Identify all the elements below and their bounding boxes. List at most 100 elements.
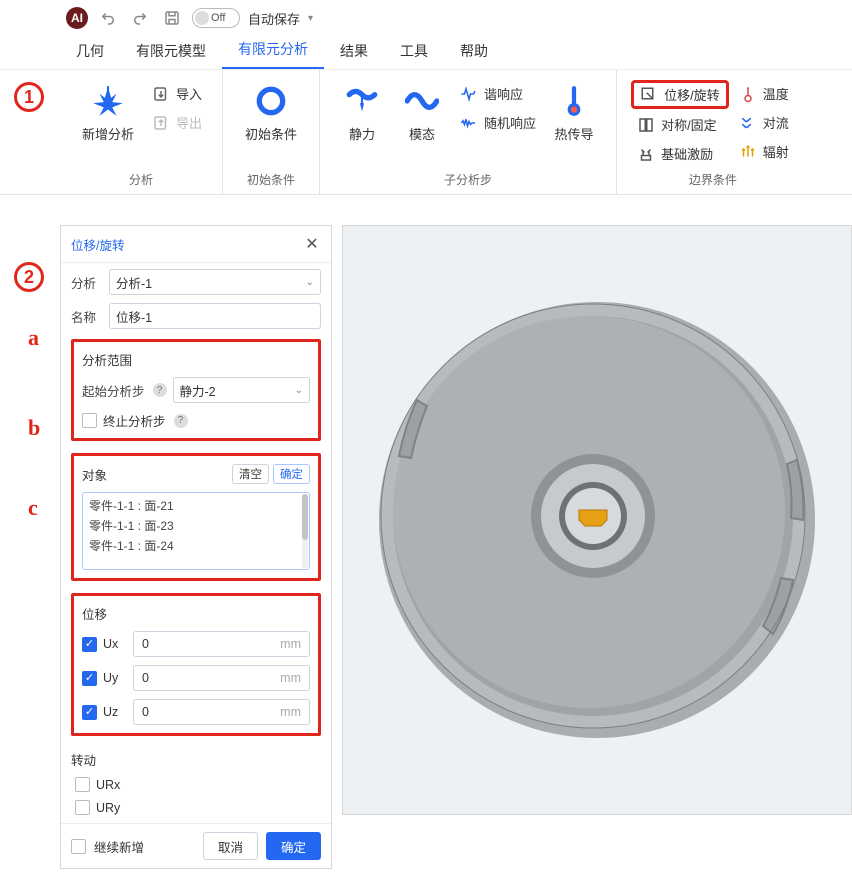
analysis-select[interactable]: 分析-1 ⌄ [109,269,321,295]
title-bar: AI Off 自动保存 ▾ [0,0,852,36]
displacement-icon [640,86,658,104]
thermal-button[interactable]: 热传导 [546,80,602,147]
static-button[interactable]: 静力 [334,80,390,147]
radiation-icon [739,143,757,161]
save-button[interactable] [160,6,184,30]
uz-checkbox[interactable] [82,705,97,720]
uy-unit: mm [280,671,301,685]
urx-label: URx [96,778,120,792]
uy-checkbox[interactable] [82,671,97,686]
menu-fe-model[interactable]: 有限元模型 [120,35,222,69]
new-analysis-button[interactable]: 新增分析 [74,80,142,147]
convection-button[interactable]: 对流 [733,109,795,136]
menu-help[interactable]: 帮助 [444,35,504,69]
panel-cancel-button[interactable]: 取消 [203,832,258,860]
radiation-button[interactable]: 辐射 [733,138,795,165]
harmonic-button[interactable]: 谐响应 [454,80,542,107]
menu-fe-analysis[interactable]: 有限元分析 [222,33,324,69]
scope-title: 分析范围 [82,350,310,369]
annotation-b: b [28,415,40,441]
import-label: 导入 [176,84,202,103]
uz-input[interactable]: 0 mm [133,699,310,725]
modal-label: 模态 [409,124,435,143]
base-excitation-label: 基础激励 [661,144,713,163]
chevron-down-icon: ⌄ [295,385,303,396]
start-step-label: 起始分析步 [82,381,145,400]
ury-label: URy [96,801,120,815]
start-step-select[interactable]: 静力-2 ⌄ [173,377,310,403]
viewport-3d[interactable] [342,225,852,815]
convection-icon [739,114,757,132]
redo-button[interactable] [128,6,152,30]
panel-title: 位移/旋转 [71,235,124,254]
ux-checkbox[interactable] [82,637,97,652]
panel-ok-button[interactable]: 确定 [266,832,321,860]
ux-label: Ux [103,637,127,651]
end-step-label: 终止分析步 [103,411,166,430]
toggle-label: Off [211,12,225,24]
new-analysis-label: 新增分析 [82,124,134,143]
modal-icon [405,84,439,118]
menu-tools[interactable]: 工具 [384,35,444,69]
symmetry-icon [637,116,655,134]
name-input[interactable]: 位移-1 [109,303,321,329]
ribbon-group-boundary: 位移/旋转 对称/固定 基础激励 [617,70,809,194]
start-step-help-icon[interactable]: ? [153,383,167,397]
continue-add-label: 继续新增 [94,837,144,856]
convection-label: 对流 [763,113,789,132]
thermal-icon [557,84,591,118]
random-button[interactable]: 随机响应 [454,109,542,136]
name-label: 名称 [71,307,103,326]
ribbon-group-initial: 初始条件 初始条件 [223,70,320,194]
base-excitation-button[interactable]: 基础激励 [631,140,729,167]
uz-label: Uz [103,705,127,719]
uy-label: Uy [103,671,127,685]
uy-value: 0 [142,671,149,685]
autosave-toggle[interactable]: Off [192,8,240,28]
temperature-button[interactable]: 温度 [733,80,795,107]
end-step-checkbox[interactable] [82,413,97,428]
panel-close-button[interactable]: ✕ [303,234,321,254]
undo-button[interactable] [96,6,120,30]
annotation-c: c [28,495,38,521]
initial-conditions-button[interactable]: 初始条件 [237,80,305,147]
symmetry-fix-button[interactable]: 对称/固定 [631,111,729,138]
menu-results[interactable]: 结果 [324,35,384,69]
objects-clear-button[interactable]: 清空 [232,464,269,484]
list-item[interactable]: 零件-1-1 : 面-24 [89,537,303,554]
autosave-dropdown-icon[interactable]: ▾ [308,13,313,24]
objects-listbox[interactable]: 零件-1-1 : 面-21 零件-1-1 : 面-23 零件-1-1 : 面-2… [82,492,310,570]
listbox-scroll-thumb[interactable] [302,494,308,540]
ux-unit: mm [280,637,301,651]
import-icon [152,85,170,103]
modal-button[interactable]: 模态 [394,80,450,147]
end-step-help-icon[interactable]: ? [174,414,188,428]
import-button[interactable]: 导入 [146,80,208,107]
menu-geometry[interactable]: 几何 [60,35,120,69]
uy-input[interactable]: 0 mm [133,665,310,691]
autosave-label: 自动保存 [248,9,300,28]
temperature-icon [739,85,757,103]
list-item[interactable]: 零件-1-1 : 面-23 [89,517,303,534]
initial-conditions-icon [254,84,288,118]
analysis-label: 分析 [71,273,103,292]
ribbon-group-boundary-title: 边界条件 [631,167,795,190]
ribbon-group-analysis-title: 分析 [74,167,208,190]
ux-input[interactable]: 0 mm [133,631,310,657]
continue-add-checkbox[interactable] [71,839,86,854]
urx-checkbox[interactable] [75,777,90,792]
panel-header: 位移/旋转 ✕ [61,226,331,263]
ribbon-group-analysis: 新增分析 导入 导出 分析 [60,70,223,194]
app-icon: AI [66,7,88,29]
displacement-rotation-button[interactable]: 位移/旋转 [631,80,729,109]
list-item[interactable]: 零件-1-1 : 面-21 [89,497,303,514]
annotation-a: a [28,325,39,351]
static-icon [345,84,379,118]
objects-section: 对象 清空 确定 零件-1-1 : 面-21 零件-1-1 : 面-23 零件-… [71,453,321,581]
displacement-title: 位移 [82,604,310,623]
new-analysis-icon [91,84,125,118]
harmonic-label: 谐响应 [484,84,523,103]
objects-ok-button[interactable]: 确定 [273,464,310,484]
export-button[interactable]: 导出 [146,109,208,136]
ury-checkbox[interactable] [75,800,90,815]
